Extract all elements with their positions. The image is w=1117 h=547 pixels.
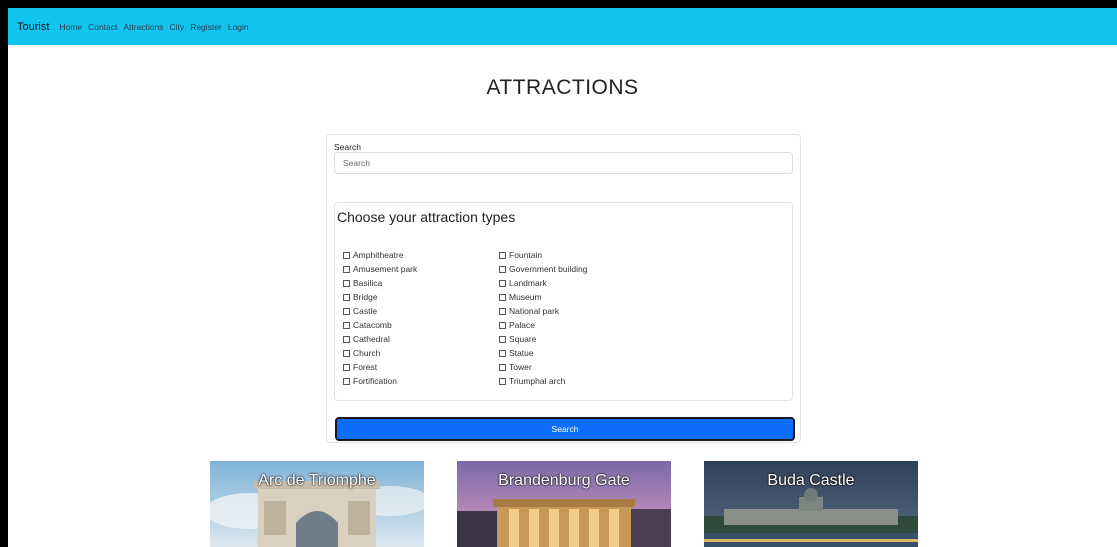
- checkbox-icon[interactable]: [343, 377, 350, 385]
- types-column-1: Amphitheatre Amusement park Basilica Bri…: [343, 248, 417, 388]
- page-frame: Tourist Home Contact Attractions City Re…: [8, 8, 1117, 547]
- checkbox-castle[interactable]: Castle: [343, 304, 417, 318]
- checkbox-icon[interactable]: [499, 349, 506, 357]
- checkbox-icon[interactable]: [499, 321, 506, 329]
- checkbox-icon[interactable]: [499, 335, 506, 343]
- checkbox-icon[interactable]: [343, 363, 350, 371]
- search-label: Search: [334, 142, 361, 152]
- nav-link-register[interactable]: Register: [190, 22, 222, 32]
- checkbox-icon[interactable]: [343, 321, 350, 329]
- checkbox-icon[interactable]: [343, 335, 350, 343]
- card-title: Brandenburg Gate: [498, 472, 630, 489]
- attraction-card-brandenburg-gate[interactable]: Brandenburg Gate: [457, 461, 671, 547]
- checkbox-icon[interactable]: [343, 349, 350, 357]
- checkbox-catacomb[interactable]: Catacomb: [343, 318, 417, 332]
- checkbox-amphitheatre[interactable]: Amphitheatre: [343, 248, 417, 262]
- checkbox-cathedral[interactable]: Cathedral: [343, 332, 417, 346]
- search-button[interactable]: Search: [335, 417, 795, 441]
- card-title: Buda Castle: [767, 472, 855, 489]
- checkbox-fountain[interactable]: Fountain: [499, 248, 587, 262]
- checkbox-statue[interactable]: Statue: [499, 346, 587, 360]
- checkbox-forest[interactable]: Forest: [343, 360, 417, 374]
- checkbox-landmark[interactable]: Landmark: [499, 276, 587, 290]
- checkbox-basilica[interactable]: Basilica: [343, 276, 417, 290]
- nav-link-login[interactable]: Login: [228, 22, 249, 32]
- checkbox-national-park[interactable]: National park: [499, 304, 587, 318]
- checkbox-icon[interactable]: [343, 293, 350, 301]
- checkbox-tower[interactable]: Tower: [499, 360, 587, 374]
- checkbox-icon[interactable]: [343, 265, 350, 273]
- navbar-brand[interactable]: Tourist: [17, 21, 49, 33]
- checkbox-triumphal-arch[interactable]: Triumphal arch: [499, 374, 587, 388]
- types-column-2: Fountain Government building Landmark Mu…: [499, 248, 587, 388]
- checkbox-palace[interactable]: Palace: [499, 318, 587, 332]
- attraction-card-buda-castle[interactable]: Buda Castle: [704, 461, 918, 547]
- checkbox-icon[interactable]: [343, 279, 350, 287]
- checkbox-icon[interactable]: [343, 251, 350, 259]
- top-navbar: Tourist Home Contact Attractions City Re…: [8, 8, 1117, 45]
- checkbox-amusement-park[interactable]: Amusement park: [343, 262, 417, 276]
- checkbox-icon[interactable]: [343, 307, 350, 315]
- checkbox-government-building[interactable]: Government building: [499, 262, 587, 276]
- checkbox-icon[interactable]: [499, 251, 506, 259]
- search-form: Search Choose your attraction types Amph…: [326, 134, 801, 443]
- checkbox-icon[interactable]: [499, 265, 506, 273]
- search-input[interactable]: [334, 152, 793, 174]
- card-title: Arc de Triomphe: [258, 472, 376, 489]
- attraction-types-panel: Choose your attraction types Amphitheatr…: [334, 202, 793, 401]
- attraction-types-title: Choose your attraction types: [337, 209, 516, 225]
- checkbox-icon[interactable]: [499, 279, 506, 287]
- checkbox-icon[interactable]: [499, 377, 506, 385]
- checkbox-fortification[interactable]: Fortification: [343, 374, 417, 388]
- checkbox-icon[interactable]: [499, 293, 506, 301]
- nav-link-attractions[interactable]: Attractions: [123, 22, 163, 32]
- checkbox-bridge[interactable]: Bridge: [343, 290, 417, 304]
- checkbox-icon[interactable]: [499, 307, 506, 315]
- nav-link-city[interactable]: City: [170, 22, 185, 32]
- attraction-card-arc-de-triomphe[interactable]: Arc de Triomphe: [210, 461, 424, 547]
- checkbox-museum[interactable]: Museum: [499, 290, 587, 304]
- page-title: ATTRACTIONS: [486, 76, 639, 99]
- nav-link-contact[interactable]: Contact: [88, 22, 117, 32]
- checkbox-icon[interactable]: [499, 363, 506, 371]
- checkbox-square[interactable]: Square: [499, 332, 587, 346]
- nav-link-home[interactable]: Home: [59, 22, 82, 32]
- checkbox-church[interactable]: Church: [343, 346, 417, 360]
